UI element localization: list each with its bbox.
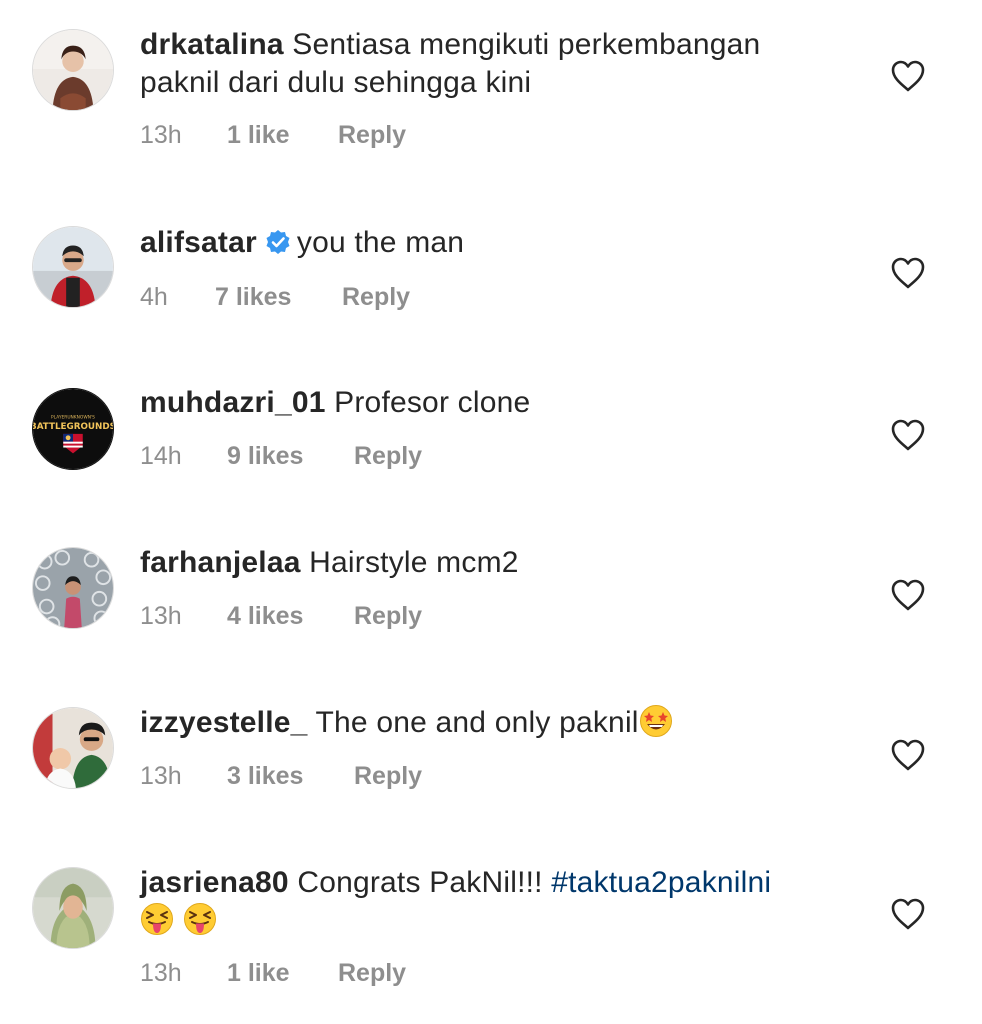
avatar-text-top: PLAYERUNKNOWN'S: [51, 414, 95, 420]
comment-body: you the man: [296, 226, 465, 259]
avatar[interactable]: [32, 226, 114, 308]
heart-icon[interactable]: [890, 578, 926, 612]
verified-badge-icon: [266, 230, 290, 254]
comment-body: The one and only paknil: [315, 706, 639, 739]
avatar[interactable]: PLAYERUNKNOWN'S BATTLEGROUNDS: [32, 388, 114, 470]
comment-time: 14h: [140, 442, 182, 470]
heart-icon[interactable]: [890, 738, 926, 772]
comment-meta: 13h 1 like Reply: [140, 120, 406, 150]
comment-body: Sentiasa mengikuti perkembangan: [292, 28, 761, 61]
avatar-image: [33, 548, 113, 628]
comment-text: alifsatar you the man: [140, 224, 860, 262]
avatar-image: [33, 227, 113, 307]
reply-button[interactable]: Reply: [342, 282, 410, 312]
reply-button[interactable]: Reply: [354, 441, 422, 471]
comment-text: drkatalina Sentiasa mengikuti perkembang…: [140, 26, 860, 102]
comment-likes[interactable]: 3 likes: [227, 761, 354, 791]
comment-likes[interactable]: 7 likes: [215, 282, 342, 312]
star-struck-emoji-icon: [639, 705, 672, 737]
avatar[interactable]: [32, 707, 114, 789]
comment-likes[interactable]: 4 likes: [227, 601, 354, 631]
comment-meta: 13h 1 like Reply: [140, 958, 406, 988]
comment-time: 4h: [140, 283, 168, 311]
reply-button[interactable]: Reply: [338, 120, 406, 150]
comment-username[interactable]: muhdazri_01: [140, 386, 326, 419]
avatar-image: [33, 30, 113, 110]
comment-meta: 13h 3 likes Reply: [140, 761, 422, 791]
comment-text: jasriena80 Congrats PakNil!!! #taktua2pa…: [140, 864, 860, 940]
avatar-image: [33, 868, 113, 948]
comment-username[interactable]: izzyestelle_: [140, 706, 308, 739]
reply-button[interactable]: Reply: [354, 761, 422, 791]
avatar[interactable]: [32, 867, 114, 949]
comment-likes[interactable]: 9 likes: [227, 441, 354, 471]
comment-body: Profesor clone: [334, 386, 531, 419]
comment-username[interactable]: jasriena80: [140, 866, 289, 899]
reply-button[interactable]: Reply: [354, 601, 422, 631]
avatar[interactable]: [32, 29, 114, 111]
comment-text: izzyestelle_ The one and only paknil: [140, 704, 860, 742]
comment-body-line2: paknil dari dulu sehingga kini: [140, 66, 532, 99]
comment-username[interactable]: farhanjelaa: [140, 546, 301, 579]
comment-likes[interactable]: 1 like: [227, 958, 338, 988]
comment-likes[interactable]: 1 like: [227, 120, 338, 150]
comment-username[interactable]: drkatalina: [140, 28, 284, 61]
comment-username[interactable]: alifsatar: [140, 226, 257, 259]
squinting-tongue-emoji-icon: [183, 903, 216, 935]
avatar-image: PLAYERUNKNOWN'S BATTLEGROUNDS: [33, 389, 113, 469]
avatar-image: [33, 708, 113, 788]
comment-time: 13h: [140, 602, 182, 630]
comment-text: farhanjelaa Hairstyle mcm2: [140, 544, 860, 582]
heart-icon[interactable]: [890, 59, 926, 93]
comment-body: Hairstyle mcm2: [309, 546, 519, 579]
heart-icon[interactable]: [890, 897, 926, 931]
heart-icon[interactable]: [890, 418, 926, 452]
comment-time: 13h: [140, 762, 182, 790]
avatar[interactable]: [32, 547, 114, 629]
avatar-text: BATTLEGROUNDS: [33, 422, 113, 432]
comment-time: 13h: [140, 959, 182, 987]
heart-icon[interactable]: [890, 256, 926, 290]
hashtag-link[interactable]: #taktua2paknilni: [551, 866, 771, 899]
comment-meta: 13h 4 likes Reply: [140, 601, 422, 631]
comment-meta: 14h 9 likes Reply: [140, 441, 422, 471]
comment-body: Congrats PakNil!!!: [297, 866, 543, 899]
reply-button[interactable]: Reply: [338, 958, 406, 988]
comment-meta: 4h 7 likes Reply: [140, 282, 410, 312]
squinting-tongue-emoji-icon: [141, 903, 173, 935]
comment-time: 13h: [140, 121, 182, 149]
comment-text: muhdazri_01 Profesor clone: [140, 384, 860, 422]
